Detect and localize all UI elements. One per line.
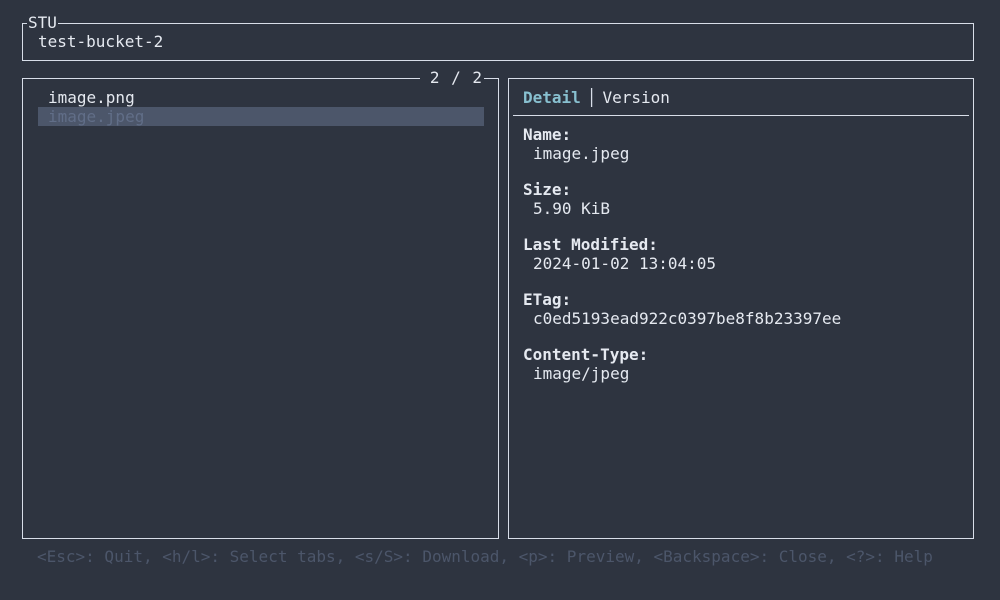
field-label: Size: <box>523 180 572 199</box>
field-value: 2024-01-02 13:04:05 <box>533 254 717 273</box>
field-value: 5.90 KiB <box>533 199 611 218</box>
field-value: c0ed5193ead922c0397be8f8b23397ee <box>533 309 842 328</box>
field-value: image/jpeg <box>533 364 630 383</box>
field-content-type: Content-Type: image/jpeg <box>523 345 648 383</box>
field-label: Name: <box>523 125 572 144</box>
object-list-panel: 2 / 2 image.png image.jpeg <box>22 69 499 539</box>
field-last-modified: Last Modified: 2024-01-02 13:04:05 <box>523 235 716 273</box>
bucket-name: test-bucket-2 <box>38 32 164 51</box>
list-item-image-png[interactable]: image.png <box>38 88 484 107</box>
tab-version[interactable]: Version <box>602 88 669 107</box>
field-etag: ETag: c0ed5193ead922c0397be8f8b23397ee <box>523 290 841 328</box>
field-name: Name: image.jpeg <box>523 125 629 163</box>
field-size: Size: 5.90 KiB <box>523 180 610 218</box>
tab-detail[interactable]: Detail <box>523 88 581 107</box>
tab-separator: │ <box>586 88 597 107</box>
field-label: Content-Type: <box>523 345 649 364</box>
field-label: ETag: <box>523 290 572 309</box>
detail-panel: Detail │ Version Name: image.jpeg Size: 5.… <box>508 78 974 539</box>
tab-divider <box>513 115 969 116</box>
keybinding-help: <Esc>: Quit, <h/l>: Select tabs, <s/S>: … <box>37 547 933 566</box>
object-counter: 2 / 2 <box>419 69 484 87</box>
field-label: Last Modified: <box>523 235 658 254</box>
header-panel: STU test-bucket-2 <box>22 14 974 61</box>
app-title: STU <box>27 13 58 32</box>
detail-tabs: Detail │ Version <box>523 88 670 107</box>
list-item-image-jpeg[interactable]: image.jpeg <box>38 107 484 126</box>
field-value: image.jpeg <box>533 144 630 163</box>
